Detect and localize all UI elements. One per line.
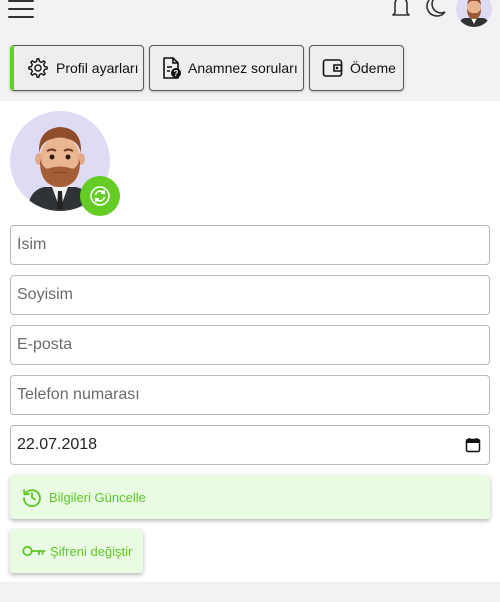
change-password-label: Şifreni değiştir bbox=[50, 543, 133, 559]
update-info-label: Bilgileri Güncelle bbox=[49, 489, 146, 505]
bell-icon[interactable] bbox=[390, 0, 412, 20]
surname-field[interactable] bbox=[10, 275, 490, 315]
tab-profile-settings[interactable]: Profil ayarları bbox=[10, 45, 144, 91]
tab-profile-settings-label: Profil ayarları bbox=[56, 60, 139, 76]
user-avatar[interactable] bbox=[456, 0, 492, 27]
tab-anamnesis-questions-label: Anamnez soruları bbox=[188, 60, 298, 76]
hamburger-menu-icon[interactable] bbox=[8, 0, 36, 20]
refresh-icon bbox=[90, 186, 110, 206]
wallet-icon bbox=[322, 59, 343, 77]
update-info-button[interactable]: Bilgileri Güncelle bbox=[10, 475, 490, 519]
tab-anamnesis-questions[interactable]: ? Anamnez soruları bbox=[149, 45, 304, 91]
document-question-icon: ? bbox=[163, 57, 181, 79]
name-field[interactable] bbox=[10, 225, 490, 265]
change-password-button[interactable]: Şifreni değiştir bbox=[10, 529, 143, 573]
change-photo-button[interactable] bbox=[80, 176, 120, 216]
svg-text:?: ? bbox=[174, 69, 179, 78]
phone-field[interactable] bbox=[10, 375, 490, 415]
settings-tabs: Profil ayarları ? Anamnez soruları Ödeme bbox=[0, 40, 500, 100]
key-icon bbox=[22, 545, 46, 557]
email-field[interactable] bbox=[10, 325, 490, 365]
birth-date-field[interactable]: 22.07.2018 bbox=[10, 425, 490, 465]
tab-payment-label: Ödeme bbox=[350, 60, 396, 76]
top-bar bbox=[0, 0, 500, 34]
moon-icon[interactable] bbox=[423, 0, 447, 20]
tab-payment[interactable]: Ödeme bbox=[309, 45, 404, 91]
gear-icon bbox=[28, 58, 48, 78]
calendar-icon[interactable] bbox=[465, 437, 481, 453]
profile-settings-panel: 22.07.2018 Bilgileri Güncelle Şifreni de… bbox=[0, 101, 500, 582]
birth-date-value: 22.07.2018 bbox=[17, 436, 98, 453]
history-icon bbox=[23, 489, 41, 507]
